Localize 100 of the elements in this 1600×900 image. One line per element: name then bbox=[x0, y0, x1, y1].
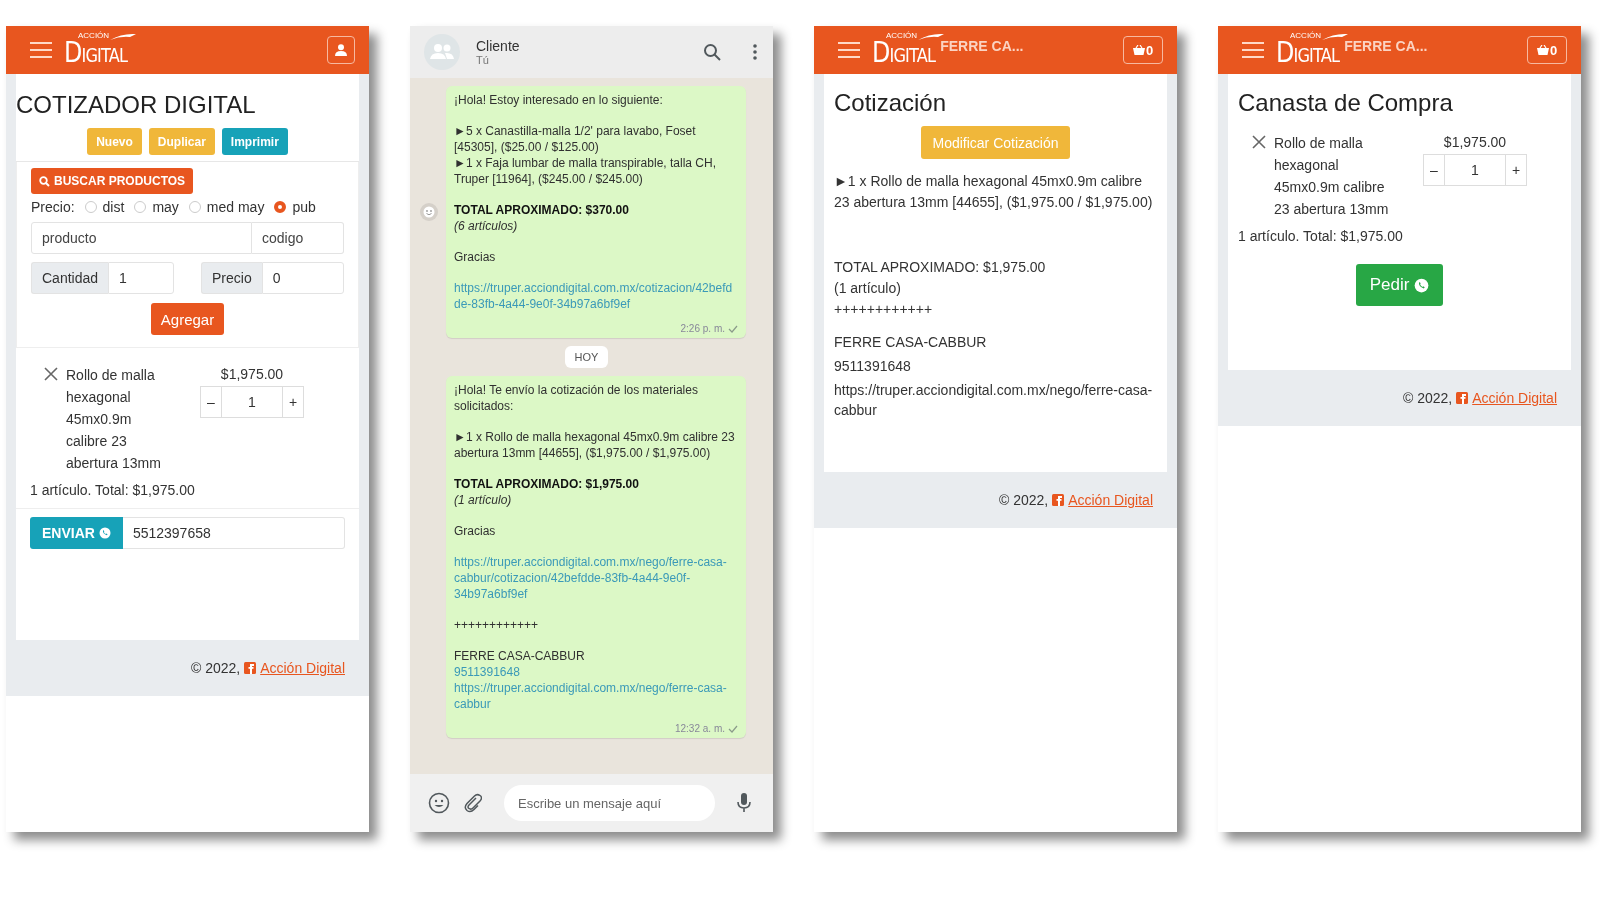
close-icon[interactable] bbox=[44, 367, 58, 381]
swoosh-icon bbox=[918, 33, 944, 41]
group-avatar-icon bbox=[424, 34, 460, 70]
message-text: ¡Hola! Te envío la cotización de los materiales solicitados: bbox=[454, 382, 699, 414]
logo-tagline: ACCIÓN bbox=[78, 31, 110, 40]
message-text: TOTAL APROXIMADO: $370.00 bbox=[454, 202, 630, 218]
menu-icon[interactable] bbox=[1242, 42, 1264, 58]
price-field[interactable]: 0 bbox=[261, 262, 344, 294]
microphone-icon[interactable] bbox=[737, 793, 751, 813]
increase-button[interactable]: + bbox=[282, 386, 304, 418]
contact-subtitle: Tú bbox=[476, 54, 490, 66]
radio-option[interactable]: dist bbox=[84, 199, 125, 215]
copyright-text: © 2022, bbox=[1402, 390, 1453, 406]
square-logo-icon bbox=[1052, 494, 1065, 506]
message-text: TOTAL APROXIMADO: $1,975.00 bbox=[454, 476, 640, 492]
action-button[interactable]: Imprimir bbox=[221, 128, 288, 155]
check-icon bbox=[728, 724, 738, 733]
radio-button[interactable] bbox=[84, 201, 97, 213]
logo-text: DIGITAL bbox=[872, 40, 936, 68]
page-title: Canasta de Compra bbox=[1238, 88, 1454, 118]
quantity-field[interactable]: 1 bbox=[222, 386, 282, 418]
footer-link[interactable]: Acción Digital bbox=[1068, 492, 1153, 508]
edit-quote-button[interactable]: Modificar Cotización bbox=[921, 126, 1070, 159]
message-text: ++++++++++++ bbox=[454, 617, 540, 633]
message-text: (6 artículos) bbox=[454, 218, 519, 234]
order-button[interactable]: Pedir bbox=[1355, 264, 1444, 306]
footer-link[interactable]: Acción Digital bbox=[1472, 390, 1557, 406]
field-label: Precio bbox=[201, 262, 262, 294]
date-chip: HOY bbox=[564, 346, 609, 368]
user-button[interactable] bbox=[327, 36, 355, 64]
logo-tagline: ACCIÓN bbox=[1290, 31, 1322, 40]
message-time: 2:26 p. m. bbox=[680, 323, 725, 334]
quantity-field[interactable]: 1 bbox=[1445, 154, 1505, 186]
swoosh-icon bbox=[1322, 33, 1348, 41]
product-name: Rollo de malla hexagonal 45mx0.9m calibre 23 abertura 13mm bbox=[66, 366, 162, 473]
quantity-field[interactable]: 1 bbox=[108, 262, 174, 294]
cart-summary: 1 artículo. Total: $1,975.00 bbox=[1238, 227, 1404, 246]
search-products-button[interactable]: BUSCAR PRODUCTOS bbox=[31, 168, 194, 194]
paperclip-icon[interactable] bbox=[464, 793, 482, 813]
search-icon[interactable] bbox=[703, 43, 721, 61]
quote-text: (1 artículo) bbox=[834, 279, 902, 298]
user-icon bbox=[335, 44, 347, 56]
action-button[interactable]: Duplicar bbox=[148, 128, 215, 155]
more-options-icon[interactable] bbox=[753, 44, 757, 60]
message-link[interactable]: https://truper.acciondigital.com.mx/cotizacion/42befdde-83fb-4a44-9e0f-34b97a6bf9ef bbox=[454, 280, 738, 312]
radio-button[interactable] bbox=[188, 201, 201, 213]
logo-text: DIGITAL bbox=[64, 40, 128, 68]
basket-button[interactable]: 0 bbox=[1123, 36, 1163, 64]
search-icon bbox=[39, 175, 50, 187]
store-name: FERRE CA... bbox=[1344, 38, 1428, 54]
page-title: COTIZADOR DIGITAL bbox=[16, 90, 257, 120]
increase-button[interactable]: + bbox=[1505, 154, 1527, 186]
field-label: Cantidad bbox=[31, 262, 109, 294]
radio-button[interactable] bbox=[134, 201, 147, 213]
phone-bubble-icon bbox=[1414, 277, 1430, 293]
item-price: $1,975.00 bbox=[220, 365, 284, 384]
phone-field[interactable]: 5512397658 bbox=[122, 517, 345, 549]
basket-icon bbox=[1536, 45, 1549, 55]
close-icon[interactable] bbox=[1252, 135, 1266, 149]
smiley-icon[interactable] bbox=[428, 792, 450, 814]
quote-item: ►1 x Rollo de malla hexagonal 45mx0.9m calibre 23 abertura 13mm [44655], ($1,975.00 / $1,975.00) bbox=[834, 172, 1154, 212]
item-price: $1,975.00 bbox=[1443, 133, 1507, 152]
send-button[interactable]: ENVIAR bbox=[30, 517, 123, 549]
quote-text: ++++++++++++ bbox=[834, 300, 934, 319]
logo-tagline: ACCIÓN bbox=[886, 31, 918, 40]
quote-text: TOTAL APROXIMADO: $1,975.00 bbox=[834, 258, 1047, 277]
basket-icon bbox=[1132, 45, 1145, 55]
message-text: ►1 x Faja lumbar de malla transpirable, talla CH, Truper [11964], ($245.00 / $245.00) bbox=[454, 155, 717, 187]
message-text: FERRE CASA-CABBUR bbox=[454, 648, 586, 664]
logo-text: DIGITAL bbox=[1276, 40, 1340, 68]
product-field[interactable]: producto bbox=[31, 222, 252, 254]
decrease-button[interactable]: – bbox=[1423, 154, 1445, 186]
copyright-text: © 2022, bbox=[998, 492, 1049, 508]
basket-button[interactable]: 0 bbox=[1527, 36, 1567, 64]
footer-link[interactable]: Acción Digital bbox=[260, 660, 345, 676]
price-label: Precio: bbox=[31, 199, 75, 215]
radio-option[interactable]: may bbox=[134, 199, 179, 215]
message-link[interactable]: https://truper.acciondigital.com.mx/nego/ferre-casa-cabbur bbox=[454, 680, 738, 712]
message-text: ►1 x Rollo de malla hexagonal 45mx0.9m calibre 23 abertura 13mm [44655], ($1,975.00 / $1,975.00) bbox=[454, 429, 736, 461]
message-field[interactable]: Escribe un mensaje aquí bbox=[504, 785, 715, 821]
decrease-button[interactable]: – bbox=[200, 386, 222, 418]
store-name: FERRE CA... bbox=[940, 38, 1024, 54]
message-link[interactable]: https://truper.acciondigital.com.mx/nego/ferre-casa-cabbur/cotizacion/42befdde-83fb-4a44-9e0f-34b97a6bf9ef bbox=[454, 554, 738, 602]
menu-icon[interactable] bbox=[838, 42, 860, 58]
radio-option[interactable]: pub bbox=[274, 199, 316, 215]
cart-summary: 1 artículo. Total: $1,975.00 bbox=[16, 474, 359, 509]
contact-name: Cliente bbox=[476, 38, 520, 54]
code-field[interactable]: codigo bbox=[252, 222, 344, 254]
message-text: ¡Hola! Estoy interesado en lo siguiente: bbox=[454, 92, 664, 108]
radio-button[interactable] bbox=[274, 201, 287, 213]
swoosh-icon bbox=[110, 33, 136, 41]
message-link[interactable]: 9511391648 bbox=[454, 664, 738, 680]
store-info: https://truper.acciondigital.com.mx/nego/ferre-casa-cabbur bbox=[834, 381, 1154, 420]
add-button[interactable]: Agregar bbox=[150, 303, 225, 335]
menu-icon[interactable] bbox=[30, 42, 52, 58]
action-button[interactable]: Nuevo bbox=[87, 128, 142, 155]
store-info: 9511391648 bbox=[834, 357, 912, 376]
radio-option[interactable]: med may bbox=[188, 199, 265, 215]
message-text: (1 artículo) bbox=[454, 492, 513, 508]
store-info: FERRE CASA-CABBUR bbox=[834, 333, 988, 352]
